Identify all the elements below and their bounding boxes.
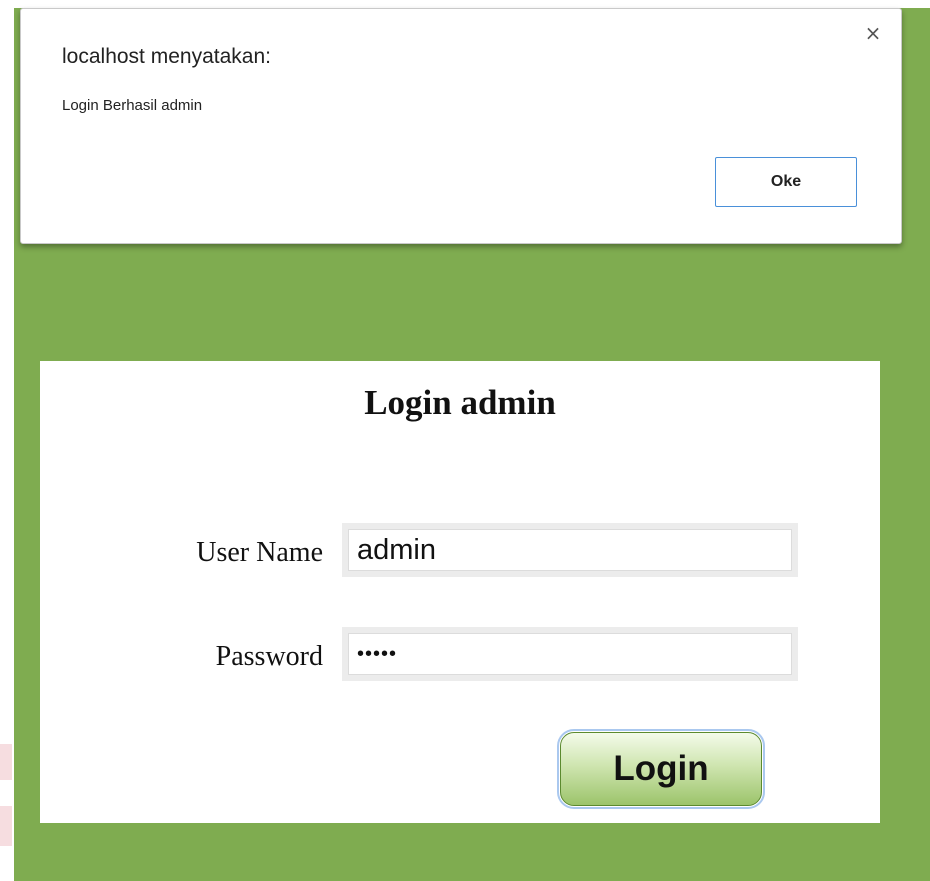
left-edge-strip	[0, 0, 14, 881]
ok-button[interactable]: Oke	[715, 157, 857, 207]
top-edge	[14, 0, 930, 8]
close-icon[interactable]: ×	[861, 21, 885, 45]
username-field-container	[342, 523, 798, 577]
login-panel: Login admin User Name Password Login	[40, 361, 880, 823]
password-label: Password	[215, 641, 323, 672]
dialog-message: Login Berhasil admin	[62, 97, 203, 114]
login-button[interactable]: Login	[557, 729, 765, 809]
password-field-container	[342, 627, 798, 681]
dialog-title: localhost menyatakan:	[62, 45, 271, 68]
username-input[interactable]	[348, 529, 792, 571]
username-label: User Name	[196, 537, 323, 568]
login-title: Login admin	[364, 383, 556, 422]
password-input[interactable]	[348, 633, 792, 675]
left-edge-mark	[0, 744, 12, 780]
alert-dialog: localhost menyatakan: Login Berhasil adm…	[20, 8, 902, 244]
left-edge-mark	[0, 806, 12, 846]
